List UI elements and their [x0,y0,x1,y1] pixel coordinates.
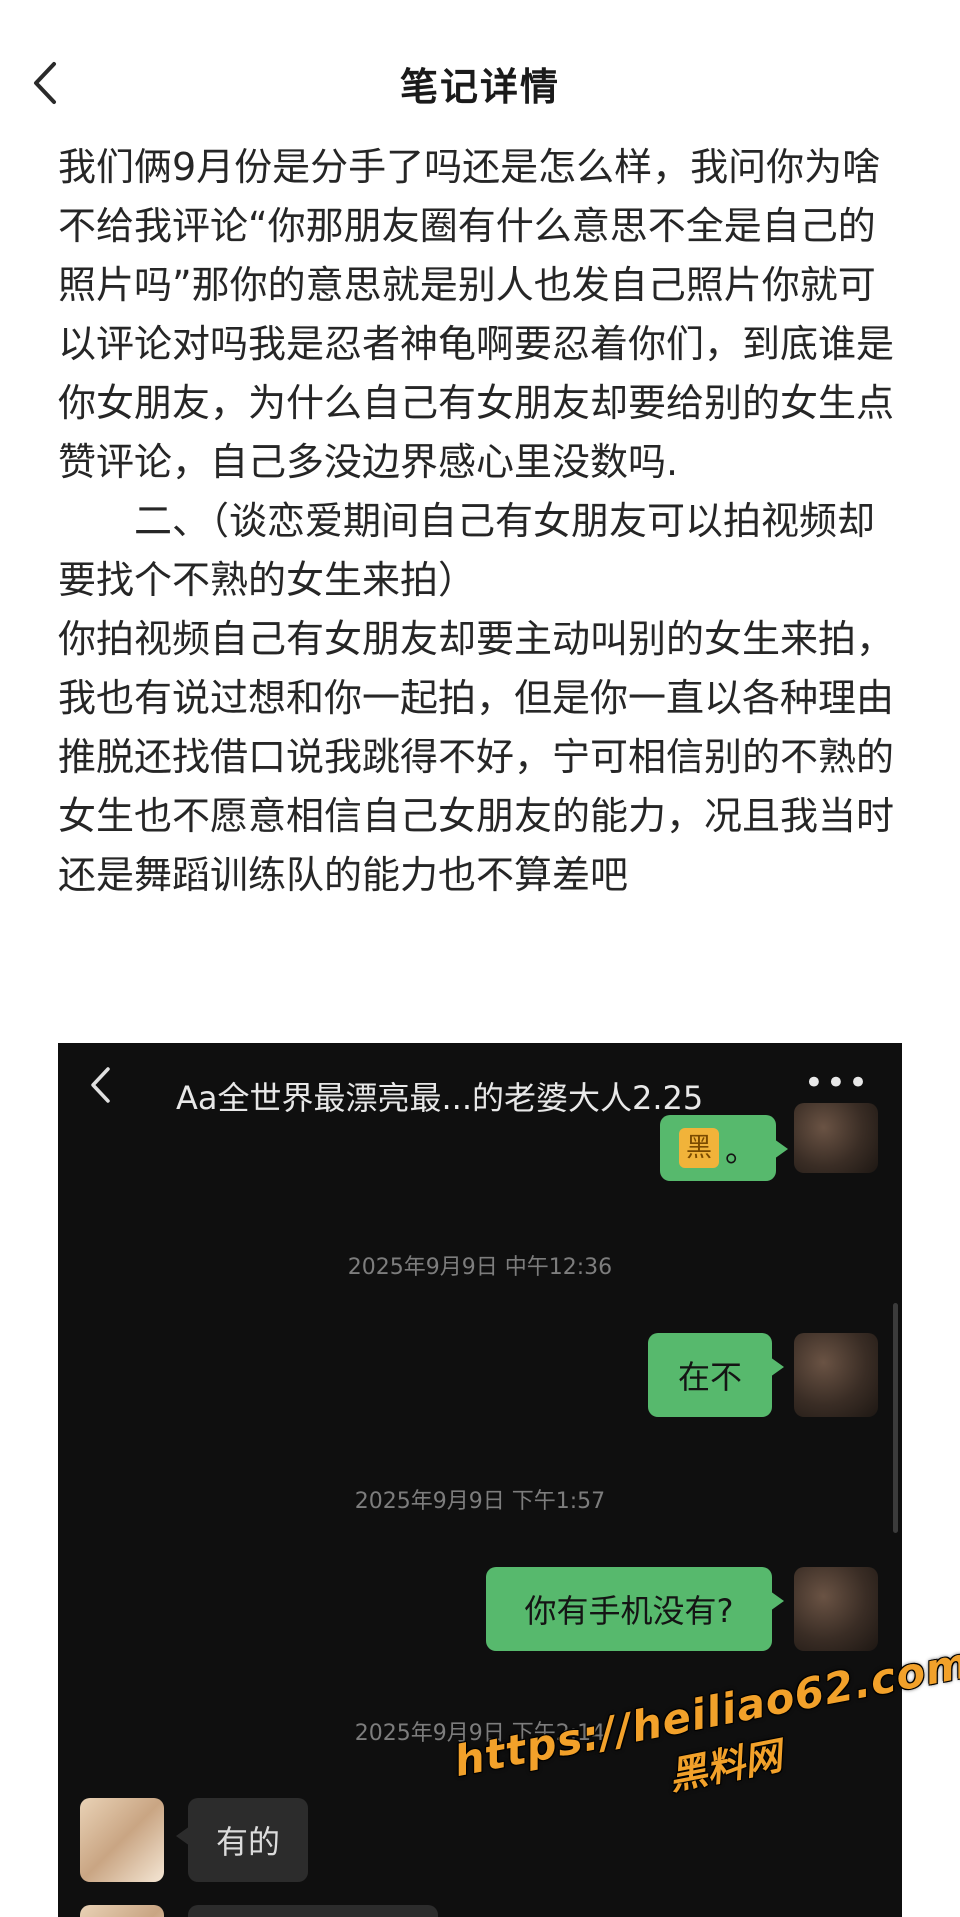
message-bubble: 在不 [648,1333,784,1417]
message-text: 。 [724,1131,757,1169]
message-bubble-emoji: 黑 。 [660,1115,788,1181]
more-dots-icon: ••• [803,1063,870,1103]
message-timestamp: 2025年9月9日 下午1:57 [354,1489,606,1514]
scrollbar [893,1303,898,1533]
avatar [80,1905,164,1917]
message-bubble: 有的 [176,1798,308,1882]
message-bubble [188,1905,438,1917]
message-bubble: 你有手机没有? [486,1567,784,1651]
avatar [794,1567,878,1651]
note-paragraph: 二、（谈恋爱期间自己有女朋友可以拍视频却要找个不熟的女生来拍） [58,499,876,602]
note-content: 我们俩9月份是分手了吗还是怎么样，我问你为啥不给我评论“你那朋友圈有什么意思不全… [58,138,908,905]
message-timestamp: 2025年9月9日 中午12:36 [347,1255,613,1280]
chat-back-icon [88,1065,112,1105]
message-text: 你有手机没有? [524,1592,734,1630]
avatar [794,1333,878,1417]
avatar [80,1798,164,1882]
avatar [794,1103,878,1173]
emoji-sticker: 黑 [678,1128,719,1168]
note-paragraph: 你拍视频自己有女朋友却要主动叫别的女生来拍，我也有说过想和你一起拍，但是你一直以… [58,617,895,897]
page-title: 笔记详情 [399,65,560,109]
header: 笔记详情 [0,0,960,140]
message-text: 有的 [215,1823,280,1861]
message-text: 在不 [677,1358,742,1396]
note-paragraph: 我们俩9月份是分手了吗还是怎么样，我问你为啥不给我评论“你那朋友圈有什么意思不全… [58,145,895,484]
chat-title: Aa全世界最漂亮最...的老婆大人2.25 [176,1079,704,1117]
